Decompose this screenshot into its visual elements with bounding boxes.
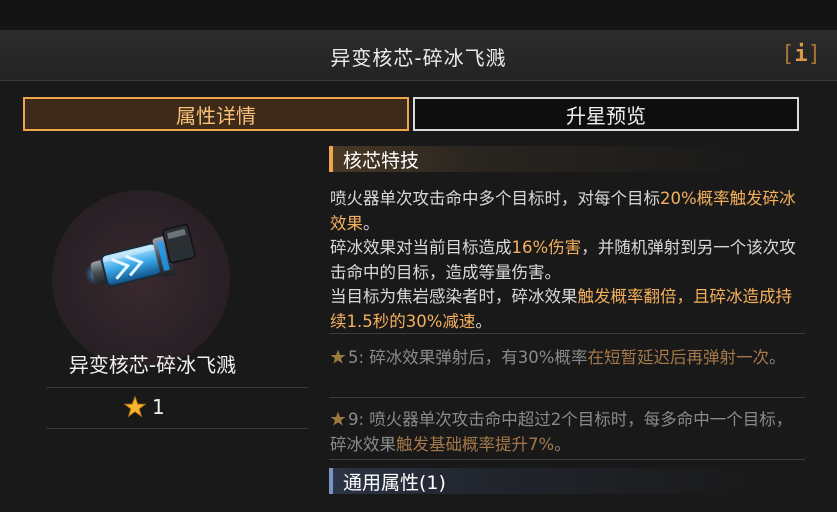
divider xyxy=(329,397,805,398)
info-bracket-left: [ xyxy=(781,41,795,67)
header-bar: 异变核芯-碎冰飞溅 [ i ] xyxy=(0,30,837,81)
star-count: 1 xyxy=(152,395,165,419)
section-accent-bar xyxy=(329,146,333,172)
section-title: 核芯特技 xyxy=(343,149,420,172)
tab-label: 升星预览 xyxy=(566,103,646,128)
star-upgrade-5: 5: 碎冰效果弹射后，有30%概率在短暂延迟后再弹射一次。 xyxy=(330,346,805,371)
desc-highlight: 16%伤害 xyxy=(511,238,582,257)
divider xyxy=(329,459,805,460)
top-band xyxy=(0,0,837,30)
upgrade-level: 9: xyxy=(348,410,365,429)
ice-core-item-icon xyxy=(84,223,196,287)
divider xyxy=(46,428,308,429)
desc-text: 碎冰效果对当前目标造成 xyxy=(330,238,512,257)
desc-text: 喷火器单次攻击命中多个目标时，对每个目标 xyxy=(330,189,660,208)
info-icon: i xyxy=(794,41,808,67)
upgrade-highlight: 在短暂延迟后再弹射一次 xyxy=(587,348,769,367)
skill-description: 喷火器单次攻击命中多个目标时，对每个目标20%概率触发碎冰效果。 碎冰效果对当前… xyxy=(330,187,805,334)
divider xyxy=(329,333,805,334)
section-core-skill: 核芯特技 xyxy=(329,146,804,172)
desc-text: 。 xyxy=(363,213,380,233)
upgrade-text: 碎冰效果弹射后，有30%概率 xyxy=(364,348,588,367)
desc-text: 。 xyxy=(475,311,492,331)
item-name: 异变核芯-碎冰飞溅 xyxy=(68,353,237,377)
info-bracket-right: ] xyxy=(807,41,821,67)
upgrade-text: 。 xyxy=(554,434,571,454)
star-icon xyxy=(330,411,346,426)
section-general-attributes[interactable]: 通用属性(1) xyxy=(329,468,804,494)
upgrade-text: 。 xyxy=(768,348,786,367)
info-button[interactable]: [ i ] xyxy=(781,38,821,70)
upgrade-highlight: 触发基础概率提升7% xyxy=(396,434,555,454)
section-accent-bar xyxy=(329,468,333,494)
tab-label: 属性详情 xyxy=(176,103,256,128)
star-icon xyxy=(330,349,346,364)
star-upgrade-9: 9: 喷火器单次攻击命中超过2个目标时，每多命中一个目标，碎冰效果触发基础概率提… xyxy=(330,408,805,457)
page-title: 异变核芯-碎冰飞溅 xyxy=(330,46,507,70)
tab-star-preview[interactable]: 升星预览 xyxy=(413,97,799,131)
section-title: 通用属性(1) xyxy=(343,471,446,494)
star-rating: 1 xyxy=(124,395,165,419)
divider xyxy=(46,387,308,388)
tab-attribute-details[interactable]: 属性详情 xyxy=(23,97,409,131)
star-icon xyxy=(124,396,146,418)
upgrade-level: 5: xyxy=(348,348,365,367)
desc-text: 当目标为焦岩感染者时，碎冰效果 xyxy=(330,287,578,306)
